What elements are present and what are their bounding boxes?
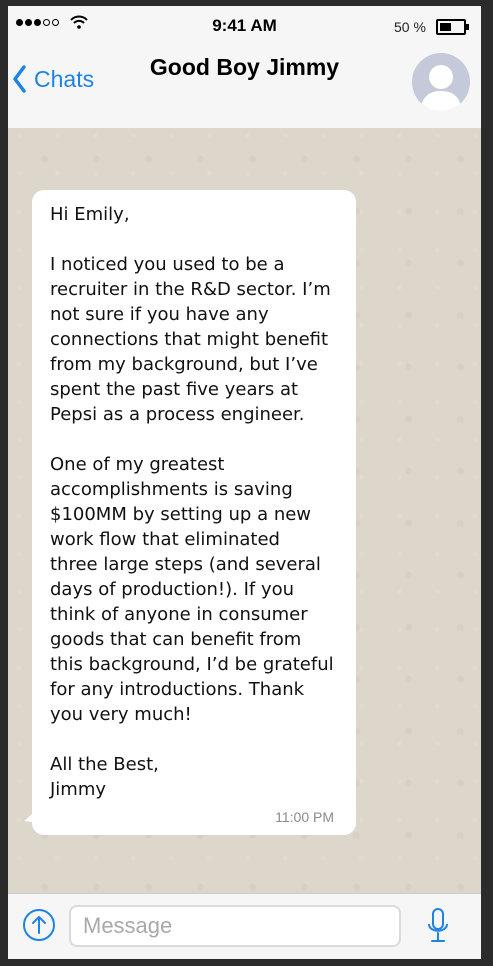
input-bar [8,893,481,959]
battery-icon [436,19,466,35]
contact-avatar[interactable] [412,53,470,111]
battery-fill [440,23,451,31]
chat-title: Good Boy Jimmy [149,54,340,80]
message-input[interactable] [69,905,401,947]
message-text: Hi Emily, I noticed you used to be a rec… [50,204,334,800]
default-avatar-icon [420,65,462,111]
message-time: 11:00 PM [275,809,334,825]
battery-cap [466,24,469,30]
battery-percent: 50 % [394,19,426,35]
upload-arrow-icon[interactable] [22,908,56,942]
status-bar: 9:41 AM 50 % [8,6,481,46]
phone-screen: 9:41 AM 50 % Chats Good Boy Jimmy Hi Emi… [8,6,481,959]
message-bubble[interactable]: Hi Emily, I noticed you used to be a rec… [32,190,356,835]
nav-bar: Chats Good Boy Jimmy [8,46,481,128]
microphone-icon[interactable] [427,907,449,945]
chat-area[interactable]: Hi Emily, I noticed you used to be a rec… [8,128,481,893]
